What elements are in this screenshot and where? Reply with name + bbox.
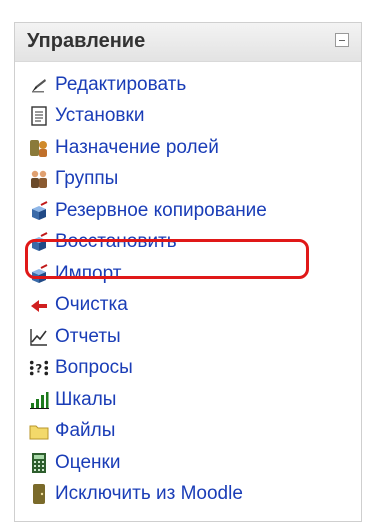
menu-item-scales[interactable]: Шкалы: [15, 384, 361, 416]
menu-item-label[interactable]: Группы: [55, 168, 118, 190]
menu-item-assign-roles[interactable]: Назначение ролей: [15, 132, 361, 164]
menu-item-files[interactable]: Файлы: [15, 416, 361, 448]
menu-item-label[interactable]: Шкалы: [55, 389, 116, 411]
menu-item-questions[interactable]: ? Вопросы: [15, 353, 361, 385]
backup-icon: [29, 200, 49, 222]
menu-item-label[interactable]: Файлы: [55, 420, 115, 442]
menu-item-restore[interactable]: Восстановить: [15, 227, 361, 259]
minus-box-icon[interactable]: [335, 33, 349, 47]
reports-icon: [29, 326, 49, 348]
svg-text:?: ?: [35, 362, 42, 376]
settings-document-icon: [29, 105, 49, 127]
menu-item-unenrol[interactable]: Исключить из Moodle: [15, 479, 361, 511]
reset-icon: [29, 294, 49, 316]
grades-icon: [29, 452, 49, 474]
admin-block: Управление Редактировать Установки Назна…: [14, 22, 362, 522]
menu-item-label[interactable]: Исключить из Moodle: [55, 483, 243, 505]
groups-icon: [29, 168, 49, 190]
admin-menu-list: Редактировать Установки Назначение ролей…: [15, 69, 361, 510]
menu-item-backup[interactable]: Резервное копирование: [15, 195, 361, 227]
menu-item-import[interactable]: Импорт: [15, 258, 361, 290]
menu-item-label[interactable]: Отчеты: [55, 326, 121, 348]
scales-icon: [29, 389, 49, 411]
files-folder-icon: [29, 420, 49, 442]
block-header: Управление: [15, 23, 361, 62]
menu-item-label[interactable]: Оценки: [55, 452, 120, 474]
assign-roles-icon: [29, 137, 49, 159]
menu-item-label[interactable]: Назначение ролей: [55, 137, 219, 159]
menu-item-label[interactable]: Редактировать: [55, 74, 186, 96]
menu-item-label[interactable]: Восстановить: [55, 231, 177, 253]
menu-item-grades[interactable]: Оценки: [15, 447, 361, 479]
menu-item-label[interactable]: Очистка: [55, 294, 128, 316]
menu-item-label[interactable]: Вопросы: [55, 357, 133, 379]
restore-icon: [29, 231, 49, 253]
import-icon: [29, 263, 49, 285]
menu-item-reset[interactable]: Очистка: [15, 290, 361, 322]
menu-item-groups[interactable]: Группы: [15, 164, 361, 196]
menu-item-label[interactable]: Установки: [55, 105, 144, 127]
edit-icon: [29, 74, 49, 96]
questions-icon: ?: [29, 357, 49, 379]
menu-item-reports[interactable]: Отчеты: [15, 321, 361, 353]
menu-item-edit[interactable]: Редактировать: [15, 69, 361, 101]
menu-item-settings[interactable]: Установки: [15, 101, 361, 133]
menu-item-label[interactable]: Резервное копирование: [55, 200, 267, 222]
block-title: Управление: [27, 30, 146, 52]
menu-item-label[interactable]: Импорт: [55, 263, 121, 285]
unenrol-icon: [29, 483, 49, 505]
